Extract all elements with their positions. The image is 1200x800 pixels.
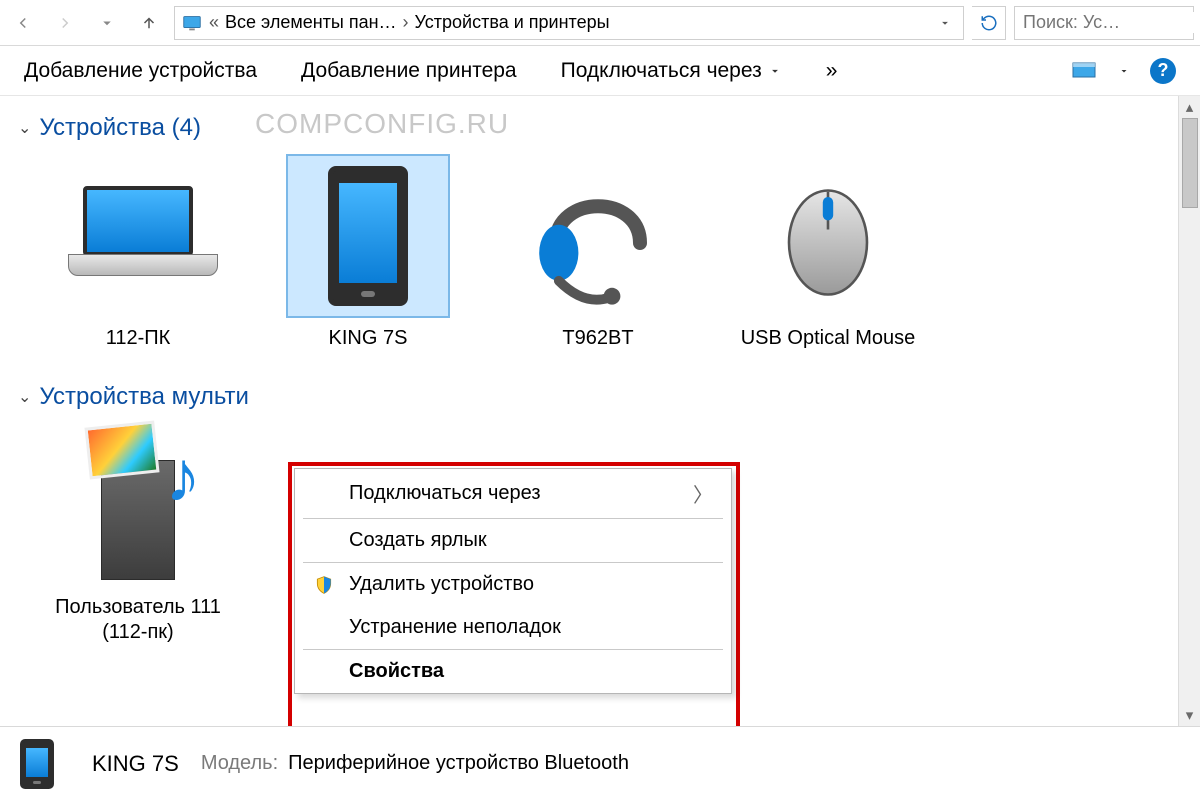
device-label: USB Optical Mouse <box>741 326 916 351</box>
collapse-icon: ⌄ <box>18 387 31 407</box>
details-model: Модель: Периферийное устройство Bluetoot… <box>201 752 629 775</box>
breadcrumb-root[interactable]: Все элементы пан… <box>225 12 397 33</box>
laptop-icon <box>68 186 208 286</box>
device-item-t962bt[interactable]: T962BT <box>508 156 688 351</box>
chevron-right-icon: 〉 <box>693 479 713 508</box>
device-item-112pk[interactable]: 112-ПК <box>48 156 228 351</box>
toolbar-overflow-button[interactable]: » <box>826 59 838 83</box>
view-options-button[interactable] <box>1070 57 1098 85</box>
nav-back-button[interactable] <box>6 6 40 40</box>
group-header-label: Устройства (4) <box>39 114 201 142</box>
details-name: KING 7S <box>92 751 179 777</box>
search-box[interactable] <box>1014 6 1194 40</box>
group-header-devices[interactable]: ⌄ Устройства (4) <box>18 114 1182 142</box>
breadcrumb-overflow-icon: « <box>209 12 219 33</box>
device-label: Пользователь 111 (112-пк) <box>48 595 228 645</box>
shield-icon <box>313 575 335 595</box>
control-panel-icon <box>181 12 203 34</box>
breadcrumb-current[interactable]: Устройства и принтеры <box>415 12 610 33</box>
scroll-up-icon[interactable]: ▴ <box>1179 96 1200 118</box>
details-model-value: Периферийное устройство Bluetooth <box>288 752 629 775</box>
group-header-multimedia[interactable]: ⌄ Устройства мульти <box>18 383 1182 411</box>
device-label: KING 7S <box>329 326 408 351</box>
device-label: 112-ПК <box>106 326 171 351</box>
device-item-mouse[interactable]: USB Optical Mouse <box>738 156 918 351</box>
breadcrumb[interactable]: « Все элементы пан… › Устройства и принт… <box>174 6 964 40</box>
scroll-down-icon[interactable]: ▾ <box>1179 704 1200 726</box>
details-thumbnail <box>20 739 70 789</box>
details-pane: KING 7S Модель: Периферийное устройство … <box>0 726 1200 800</box>
ctx-properties[interactable]: Свойства <box>295 650 731 693</box>
command-bar: Добавление устройства Добавление принтер… <box>0 46 1200 96</box>
ctx-troubleshoot[interactable]: Устранение неполадок <box>295 606 731 649</box>
add-device-button[interactable]: Добавление устройства <box>24 59 257 83</box>
refresh-button[interactable] <box>972 6 1006 40</box>
device-item-media-server[interactable]: ♪ Пользователь 111 (112-пк) <box>48 425 228 645</box>
nav-forward-button[interactable] <box>48 6 82 40</box>
watermark-text: COMPCONFIG.RU <box>255 108 509 140</box>
add-printer-button[interactable]: Добавление принтера <box>301 59 517 83</box>
collapse-icon: ⌄ <box>18 118 31 138</box>
chevron-down-icon[interactable] <box>1118 65 1130 77</box>
search-input[interactable] <box>1023 12 1200 33</box>
nav-recent-dropdown[interactable] <box>90 6 124 40</box>
details-model-label: Модель: <box>201 752 278 775</box>
device-item-king7s[interactable]: KING 7S <box>278 156 458 351</box>
address-bar: « Все элементы пан… › Устройства и принт… <box>0 0 1200 46</box>
nav-up-button[interactable] <box>132 6 166 40</box>
context-menu: Подключаться через 〉 Создать ярлык Удали… <box>294 468 732 694</box>
help-button[interactable]: ? <box>1150 58 1176 84</box>
phone-icon <box>328 166 408 306</box>
headset-icon <box>518 156 678 316</box>
content-area: COMPCONFIG.RU ⌄ Устройства (4) 112-ПК KI… <box>0 96 1200 726</box>
devices-row: 112-ПК KING 7S T962BT USB Optical Mouse <box>48 156 1182 351</box>
device-label: T962BT <box>562 326 633 351</box>
media-server-icon: ♪ <box>83 430 193 580</box>
ctx-connect-via[interactable]: Подключаться через 〉 <box>295 469 731 518</box>
ctx-create-shortcut[interactable]: Создать ярлык <box>295 519 731 562</box>
scrollbar-thumb[interactable] <box>1182 118 1198 208</box>
chevron-down-icon <box>768 64 782 78</box>
breadcrumb-dropdown[interactable] <box>933 16 957 30</box>
mouse-icon <box>748 156 908 316</box>
vertical-scrollbar[interactable]: ▴ ▾ <box>1178 96 1200 726</box>
chevron-right-icon: › <box>403 12 409 33</box>
connect-via-menu[interactable]: Подключаться через <box>561 59 782 83</box>
group-header-label: Устройства мульти <box>39 383 249 411</box>
ctx-remove-device[interactable]: Удалить устройство <box>295 563 731 606</box>
